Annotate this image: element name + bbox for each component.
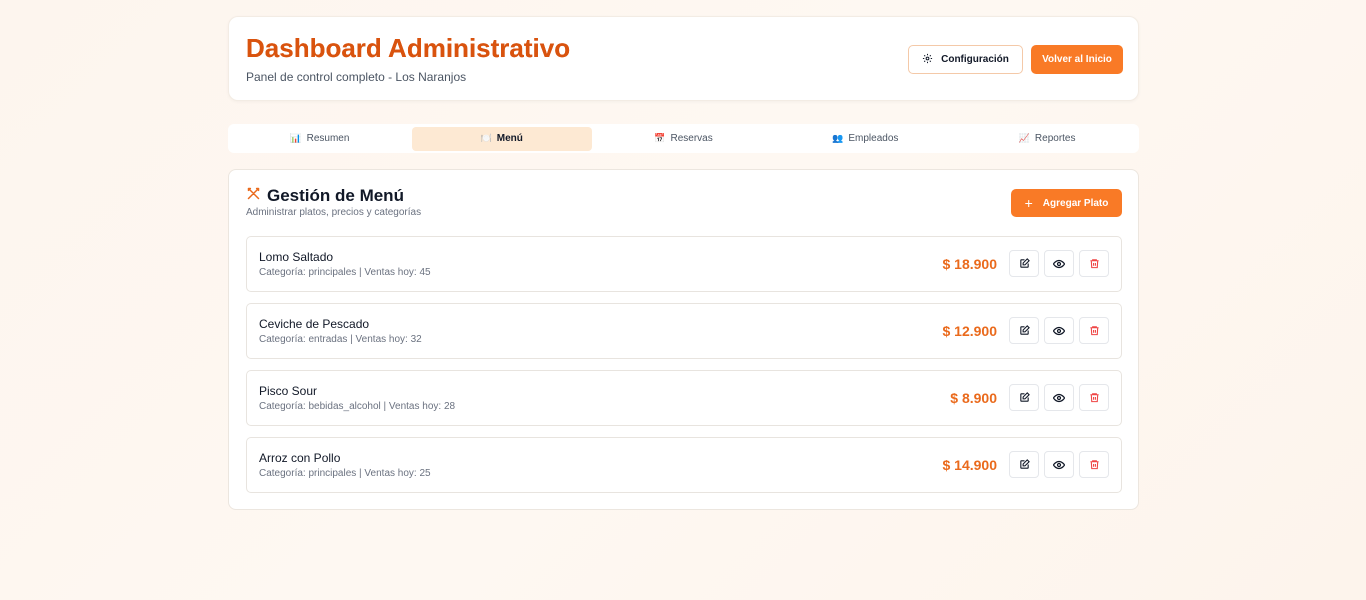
back-home-button[interactable]: Volver al Inicio: [1031, 45, 1123, 74]
delete-button[interactable]: [1079, 317, 1109, 344]
trash-icon: [1089, 460, 1099, 470]
calendar-icon: 📅: [654, 133, 666, 143]
trash-icon: [1089, 393, 1099, 403]
tab-label: Reportes: [1034, 133, 1076, 144]
delete-button[interactable]: [1079, 384, 1109, 411]
edit-button[interactable]: [1009, 451, 1039, 478]
menu-management-card: Gestión de Menú Administrar platos, prec…: [228, 169, 1139, 510]
tab-empleados[interactable]: 👥 Empleados: [775, 127, 955, 151]
list-item: Arroz con Pollo Categoría: principales |…: [246, 437, 1122, 493]
dish-price: $ 12.900: [942, 323, 998, 339]
menu-section-title: Gestión de Menú: [246, 186, 404, 206]
header-card: Dashboard Administrativo Panel de contro…: [228, 16, 1139, 101]
dish-name: Lomo Saltado: [259, 250, 334, 264]
tab-bar: 📊 Resumen 🍽️ Menú 📅 Reservas 👥 Empleados…: [228, 124, 1139, 153]
tab-reportes[interactable]: 📈 Reportes: [957, 127, 1137, 151]
dish-price: $ 18.900: [942, 256, 998, 272]
tab-menu[interactable]: 🍽️ Menú: [411, 126, 592, 151]
tab-label: Reservas: [670, 133, 713, 144]
add-dish-button[interactable]: + Agregar Plato: [1011, 189, 1122, 217]
menu-item-list: Lomo Saltado Categoría: principales | Ve…: [246, 236, 1122, 504]
dish-price: $ 14.900: [942, 457, 998, 473]
trash-icon: [1089, 326, 1099, 336]
configuration-button[interactable]: Configuración: [908, 45, 1023, 74]
view-button[interactable]: [1044, 384, 1074, 411]
delete-button[interactable]: [1079, 250, 1109, 277]
delete-button[interactable]: [1079, 451, 1109, 478]
dish-name: Ceviche de Pescado: [259, 317, 370, 331]
dish-meta: Categoría: principales | Ventas hoy: 45: [259, 267, 431, 278]
plus-icon: +: [1024, 195, 1033, 211]
tab-label: Menú: [496, 133, 523, 144]
view-button[interactable]: [1044, 317, 1074, 344]
edit-icon: [1019, 459, 1030, 469]
dish-meta: Categoría: principales | Ventas hoy: 25: [259, 468, 431, 479]
utensils-icon: [246, 186, 261, 206]
edit-icon: [1019, 325, 1030, 335]
dish-name: Arroz con Pollo: [259, 451, 341, 465]
edit-button[interactable]: [1009, 250, 1039, 277]
edit-icon: [1019, 392, 1030, 402]
gear-icon: [922, 53, 933, 67]
list-item: Pisco Sour Categoría: bebidas_alcohol | …: [246, 370, 1122, 426]
dish-price: $ 8.900: [950, 390, 997, 406]
edit-button[interactable]: [1009, 384, 1039, 411]
eye-icon: [1053, 259, 1065, 268]
plate-icon: 🍽️: [480, 133, 492, 143]
menu-section-subtitle: Administrar platos, precios y categorías: [246, 207, 422, 218]
people-icon: 👥: [832, 133, 844, 143]
view-button[interactable]: [1044, 451, 1074, 478]
view-button[interactable]: [1044, 250, 1074, 277]
page-title: Dashboard Administrativo: [246, 33, 571, 63]
add-dish-label: Agregar Plato: [1042, 197, 1109, 209]
tab-resumen[interactable]: 📊 Resumen: [230, 127, 410, 151]
menu-title-text: Gestión de Menú: [267, 186, 404, 205]
eye-icon: [1053, 326, 1065, 335]
bar-chart-icon: 📊: [290, 133, 302, 143]
dish-meta: Categoría: entradas | Ventas hoy: 32: [259, 334, 422, 345]
tab-reservas[interactable]: 📅 Reservas: [594, 127, 774, 151]
tab-label: Empleados: [848, 133, 899, 144]
dish-meta: Categoría: bebidas_alcohol | Ventas hoy:…: [259, 401, 456, 412]
trend-chart-icon: 📈: [1018, 133, 1030, 143]
dish-name: Pisco Sour: [259, 384, 318, 398]
tab-label: Resumen: [306, 133, 350, 144]
page-subtitle: Panel de control completo - Los Naranjos: [246, 70, 467, 84]
list-item: Lomo Saltado Categoría: principales | Ve…: [246, 236, 1122, 292]
eye-icon: [1053, 460, 1065, 469]
list-item: Ceviche de Pescado Categoría: entradas |…: [246, 303, 1122, 359]
eye-icon: [1053, 393, 1065, 402]
configuration-label: Configuración: [941, 54, 1009, 65]
trash-icon: [1089, 259, 1099, 269]
edit-button[interactable]: [1009, 317, 1039, 344]
edit-icon: [1019, 258, 1030, 268]
